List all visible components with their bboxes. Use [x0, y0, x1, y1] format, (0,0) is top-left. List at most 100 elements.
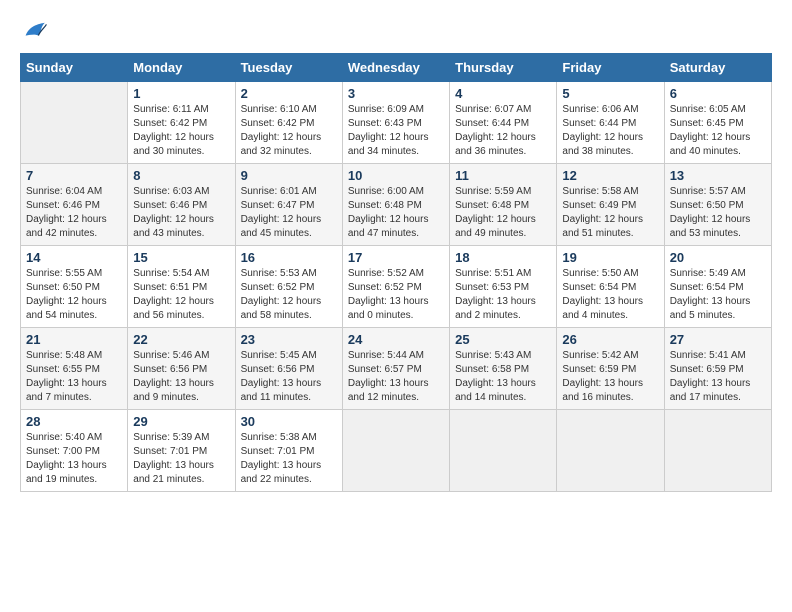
- day-number: 16: [241, 250, 337, 265]
- day-info: Sunrise: 5:57 AMSunset: 6:50 PMDaylight:…: [670, 185, 766, 241]
- day-number: 5: [562, 86, 658, 101]
- day-info: Sunrise: 6:09 AMSunset: 6:43 PMDaylight:…: [348, 103, 444, 159]
- calendar-cell: 9 Sunrise: 6:01 AMSunset: 6:47 PMDaylight…: [235, 164, 342, 246]
- calendar-cell: [557, 410, 664, 492]
- day-info: Sunrise: 5:53 AMSunset: 6:52 PMDaylight:…: [241, 267, 337, 323]
- calendar-cell: 28 Sunrise: 5:40 AMSunset: 7:00 PMDayligh…: [21, 410, 128, 492]
- calendar-cell: 25 Sunrise: 5:43 AMSunset: 6:58 PMDayligh…: [450, 328, 557, 410]
- day-info: Sunrise: 6:06 AMSunset: 6:44 PMDaylight:…: [562, 103, 658, 159]
- day-info: Sunrise: 5:40 AMSunset: 7:00 PMDaylight:…: [26, 431, 122, 487]
- weekday-header-thursday: Thursday: [450, 54, 557, 82]
- day-info: Sunrise: 6:10 AMSunset: 6:42 PMDaylight:…: [241, 103, 337, 159]
- day-number: 18: [455, 250, 551, 265]
- day-number: 20: [670, 250, 766, 265]
- calendar-cell: 5 Sunrise: 6:06 AMSunset: 6:44 PMDaylight…: [557, 82, 664, 164]
- day-number: 8: [133, 168, 229, 183]
- day-number: 30: [241, 414, 337, 429]
- calendar-cell: 18 Sunrise: 5:51 AMSunset: 6:53 PMDayligh…: [450, 246, 557, 328]
- day-info: Sunrise: 5:54 AMSunset: 6:51 PMDaylight:…: [133, 267, 229, 323]
- calendar-cell: 29 Sunrise: 5:39 AMSunset: 7:01 PMDayligh…: [128, 410, 235, 492]
- calendar-cell: 16 Sunrise: 5:53 AMSunset: 6:52 PMDayligh…: [235, 246, 342, 328]
- calendar-cell: 3 Sunrise: 6:09 AMSunset: 6:43 PMDaylight…: [342, 82, 449, 164]
- day-info: Sunrise: 5:50 AMSunset: 6:54 PMDaylight:…: [562, 267, 658, 323]
- day-info: Sunrise: 6:04 AMSunset: 6:46 PMDaylight:…: [26, 185, 122, 241]
- weekday-header-monday: Monday: [128, 54, 235, 82]
- day-info: Sunrise: 6:11 AMSunset: 6:42 PMDaylight:…: [133, 103, 229, 159]
- weekday-header-wednesday: Wednesday: [342, 54, 449, 82]
- calendar-cell: 8 Sunrise: 6:03 AMSunset: 6:46 PMDaylight…: [128, 164, 235, 246]
- weekday-header-friday: Friday: [557, 54, 664, 82]
- calendar-cell: 17 Sunrise: 5:52 AMSunset: 6:52 PMDayligh…: [342, 246, 449, 328]
- day-number: 14: [26, 250, 122, 265]
- calendar-cell: 22 Sunrise: 5:46 AMSunset: 6:56 PMDayligh…: [128, 328, 235, 410]
- weekday-header-tuesday: Tuesday: [235, 54, 342, 82]
- day-info: Sunrise: 5:46 AMSunset: 6:56 PMDaylight:…: [133, 349, 229, 405]
- day-info: Sunrise: 5:55 AMSunset: 6:50 PMDaylight:…: [26, 267, 122, 323]
- calendar-cell: [342, 410, 449, 492]
- day-number: 9: [241, 168, 337, 183]
- day-number: 4: [455, 86, 551, 101]
- calendar-cell: 26 Sunrise: 5:42 AMSunset: 6:59 PMDayligh…: [557, 328, 664, 410]
- day-number: 7: [26, 168, 122, 183]
- day-info: Sunrise: 5:43 AMSunset: 6:58 PMDaylight:…: [455, 349, 551, 405]
- day-number: 27: [670, 332, 766, 347]
- calendar-cell: 30 Sunrise: 5:38 AMSunset: 7:01 PMDayligh…: [235, 410, 342, 492]
- logo-bird-icon: [24, 20, 48, 40]
- calendar-cell: 20 Sunrise: 5:49 AMSunset: 6:54 PMDayligh…: [664, 246, 771, 328]
- day-number: 15: [133, 250, 229, 265]
- day-info: Sunrise: 5:59 AMSunset: 6:48 PMDaylight:…: [455, 185, 551, 241]
- calendar-cell: 21Sunrise: 5:48 AMSunset: 6:55 PMDayligh…: [21, 328, 128, 410]
- calendar-cell: [21, 82, 128, 164]
- day-info: Sunrise: 6:03 AMSunset: 6:46 PMDaylight:…: [133, 185, 229, 241]
- day-number: 24: [348, 332, 444, 347]
- logo-section: [20, 20, 48, 40]
- day-number: 23: [241, 332, 337, 347]
- calendar-cell: 1 Sunrise: 6:11 AMSunset: 6:42 PMDaylight…: [128, 82, 235, 164]
- day-number: 26: [562, 332, 658, 347]
- day-number: 25: [455, 332, 551, 347]
- calendar-cell: 12Sunrise: 5:58 AMSunset: 6:49 PMDayligh…: [557, 164, 664, 246]
- calendar-cell: 14 Sunrise: 5:55 AMSunset: 6:50 PMDayligh…: [21, 246, 128, 328]
- day-info: Sunrise: 6:05 AMSunset: 6:45 PMDaylight:…: [670, 103, 766, 159]
- day-info: Sunrise: 5:41 AMSunset: 6:59 PMDaylight:…: [670, 349, 766, 405]
- day-info: Sunrise: 5:45 AMSunset: 6:56 PMDaylight:…: [241, 349, 337, 405]
- day-number: 6: [670, 86, 766, 101]
- calendar-cell: 10 Sunrise: 6:00 AMSunset: 6:48 PMDayligh…: [342, 164, 449, 246]
- calendar-cell: 6 Sunrise: 6:05 AMSunset: 6:45 PMDaylight…: [664, 82, 771, 164]
- calendar-cell: 19 Sunrise: 5:50 AMSunset: 6:54 PMDayligh…: [557, 246, 664, 328]
- day-number: 1: [133, 86, 229, 101]
- day-number: 11: [455, 168, 551, 183]
- day-info: Sunrise: 5:51 AMSunset: 6:53 PMDaylight:…: [455, 267, 551, 323]
- calendar-cell: 27 Sunrise: 5:41 AMSunset: 6:59 PMDayligh…: [664, 328, 771, 410]
- calendar-cell: 15 Sunrise: 5:54 AMSunset: 6:51 PMDayligh…: [128, 246, 235, 328]
- day-info: Sunrise: 5:39 AMSunset: 7:01 PMDaylight:…: [133, 431, 229, 487]
- weekday-header-sunday: Sunday: [21, 54, 128, 82]
- calendar-cell: 2Sunrise: 6:10 AMSunset: 6:42 PMDaylight…: [235, 82, 342, 164]
- day-number: 17: [348, 250, 444, 265]
- calendar-cell: 13 Sunrise: 5:57 AMSunset: 6:50 PMDayligh…: [664, 164, 771, 246]
- day-info: Sunrise: 5:42 AMSunset: 6:59 PMDaylight:…: [562, 349, 658, 405]
- calendar-table: SundayMondayTuesdayWednesdayThursdayFrid…: [20, 53, 772, 492]
- calendar-cell: 4 Sunrise: 6:07 AMSunset: 6:44 PMDaylight…: [450, 82, 557, 164]
- day-number: 29: [133, 414, 229, 429]
- calendar-cell: [450, 410, 557, 492]
- calendar-cell: 11 Sunrise: 5:59 AMSunset: 6:48 PMDayligh…: [450, 164, 557, 246]
- day-info: Sunrise: 6:07 AMSunset: 6:44 PMDaylight:…: [455, 103, 551, 159]
- day-info: Sunrise: 5:48 AMSunset: 6:55 PMDaylight:…: [26, 349, 122, 405]
- day-info: Sunrise: 5:58 AMSunset: 6:49 PMDaylight:…: [562, 185, 658, 241]
- day-info: Sunrise: 6:01 AMSunset: 6:47 PMDaylight:…: [241, 185, 337, 241]
- day-number: 3: [348, 86, 444, 101]
- day-number: 10: [348, 168, 444, 183]
- day-info: Sunrise: 5:49 AMSunset: 6:54 PMDaylight:…: [670, 267, 766, 323]
- day-number: 22: [133, 332, 229, 347]
- calendar-cell: 7 Sunrise: 6:04 AMSunset: 6:46 PMDaylight…: [21, 164, 128, 246]
- calendar-cell: 24Sunrise: 5:44 AMSunset: 6:57 PMDayligh…: [342, 328, 449, 410]
- day-info: Sunrise: 5:52 AMSunset: 6:52 PMDaylight:…: [348, 267, 444, 323]
- calendar-cell: [664, 410, 771, 492]
- day-info: Sunrise: 5:38 AMSunset: 7:01 PMDaylight:…: [241, 431, 337, 487]
- calendar-cell: 23 Sunrise: 5:45 AMSunset: 6:56 PMDayligh…: [235, 328, 342, 410]
- day-number: 19: [562, 250, 658, 265]
- day-info: Sunrise: 6:00 AMSunset: 6:48 PMDaylight:…: [348, 185, 444, 241]
- day-number: 13: [670, 168, 766, 183]
- day-number: 28: [26, 414, 122, 429]
